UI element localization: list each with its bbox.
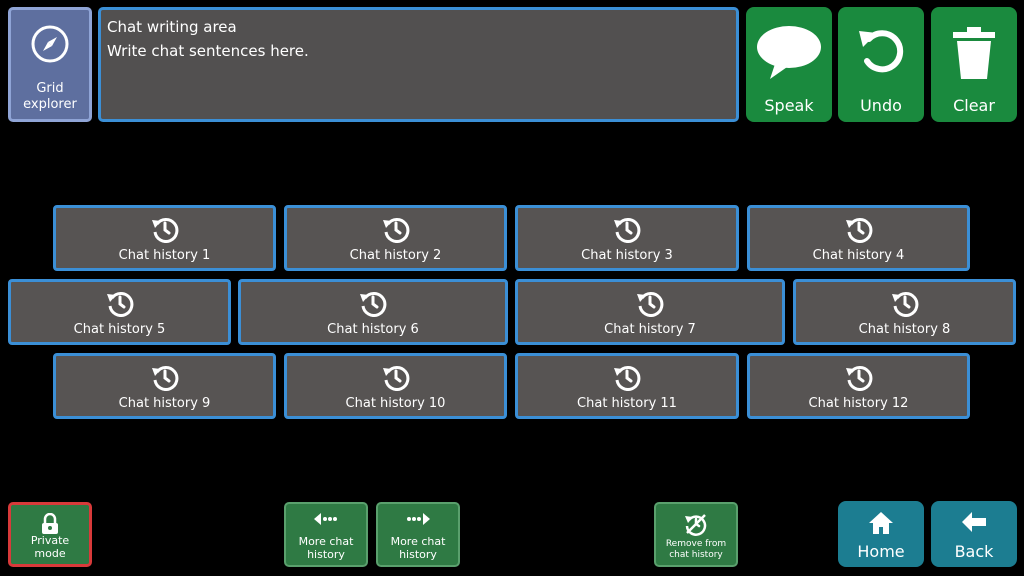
history-icon — [891, 291, 918, 317]
history-icon — [614, 365, 641, 391]
remove-from-chat-history-button[interactable]: Remove from chat history — [654, 502, 738, 567]
home-button[interactable]: Home — [838, 501, 924, 567]
undo-button[interactable]: Undo — [838, 7, 924, 122]
speech-bubble-icon — [757, 26, 821, 79]
speak-button[interactable]: Speak — [746, 7, 832, 122]
chat-history-9[interactable]: Chat history 9 — [53, 353, 276, 419]
more-chat-prev-label-1: More chat — [298, 535, 354, 548]
history-icon — [637, 291, 664, 317]
chat-history-label: Chat history 3 — [581, 248, 673, 263]
chat-history-10[interactable]: Chat history 10 — [284, 353, 507, 419]
more-chat-prev-label-2: history — [307, 548, 345, 561]
history-icon — [845, 365, 872, 391]
chat-history-7[interactable]: Chat history 7 — [515, 279, 785, 345]
undo-label: Undo — [860, 96, 902, 115]
chat-history-label: Chat history 7 — [604, 322, 696, 337]
clear-button[interactable]: Clear — [931, 7, 1017, 122]
chat-history-5[interactable]: Chat history 5 — [8, 279, 231, 345]
trash-icon — [953, 27, 995, 79]
private-mode-label-1: Private — [30, 534, 70, 547]
history-remove-icon — [685, 514, 707, 536]
history-icon — [845, 217, 872, 243]
private-mode-label-2: mode — [34, 547, 66, 560]
history-icon — [106, 291, 133, 317]
compass-icon — [31, 25, 69, 63]
back-label: Back — [954, 542, 994, 561]
back-button[interactable]: Back — [931, 501, 1017, 567]
history-icon — [614, 217, 641, 243]
remove-label-1: Remove from — [665, 539, 727, 549]
home-label: Home — [857, 542, 905, 561]
history-icon — [151, 365, 178, 391]
arrow-right-dots-icon — [407, 513, 430, 525]
grid-explorer-button[interactable]: Grid explorer — [8, 7, 92, 122]
chat-history-label: Chat history 11 — [577, 396, 677, 411]
chat-history-label: Chat history 5 — [73, 322, 166, 337]
chat-history-3[interactable]: Chat history 3 — [515, 205, 739, 271]
speak-label: Speak — [764, 96, 814, 115]
undo-icon — [859, 30, 904, 73]
more-chat-history-next-button[interactable]: More chat history — [376, 502, 460, 567]
more-chat-next-label-2: history — [399, 548, 437, 561]
history-icon — [382, 365, 409, 391]
chat-writing-area[interactable]: Chat writing area Write chat sentences h… — [98, 7, 739, 122]
chat-history-12[interactable]: Chat history 12 — [747, 353, 970, 419]
grid-explorer-label-1: Grid — [36, 81, 64, 96]
history-icon — [382, 217, 409, 243]
chat-history-11[interactable]: Chat history 11 — [515, 353, 739, 419]
chat-history-label: Chat history 4 — [812, 248, 905, 263]
chat-history-2[interactable]: Chat history 2 — [284, 205, 507, 271]
chat-history-8[interactable]: Chat history 8 — [793, 279, 1016, 345]
chat-history-label: Chat history 2 — [349, 248, 442, 263]
home-icon — [869, 512, 893, 534]
chat-history-4[interactable]: Chat history 4 — [747, 205, 970, 271]
chat-history-label: Chat history 12 — [808, 396, 909, 411]
more-chat-next-label-1: More chat — [390, 535, 446, 548]
chat-history-label: Chat history 6 — [327, 322, 419, 337]
chat-area-text: Write chat sentences here. — [107, 42, 309, 60]
history-icon — [360, 291, 387, 317]
back-arrow-icon — [962, 512, 986, 532]
chat-history-1[interactable]: Chat history 1 — [53, 205, 276, 271]
chat-history-label: Chat history 9 — [118, 396, 211, 411]
lock-icon — [42, 513, 58, 534]
chat-area-title: Chat writing area — [107, 18, 237, 36]
clear-label: Clear — [953, 96, 995, 115]
more-chat-history-prev-button[interactable]: More chat history — [284, 502, 368, 567]
chat-history-6[interactable]: Chat history 6 — [238, 279, 508, 345]
chat-history-label: Chat history 8 — [858, 322, 951, 337]
chat-history-label: Chat history 1 — [118, 248, 211, 263]
grid-explorer-label-2: explorer — [23, 97, 77, 112]
remove-label-2: chat history — [669, 550, 723, 560]
chat-history-label: Chat history 10 — [345, 396, 446, 411]
arrow-left-dots-icon — [314, 513, 337, 525]
history-icon — [151, 217, 178, 243]
private-mode-button[interactable]: Private mode — [8, 502, 92, 567]
